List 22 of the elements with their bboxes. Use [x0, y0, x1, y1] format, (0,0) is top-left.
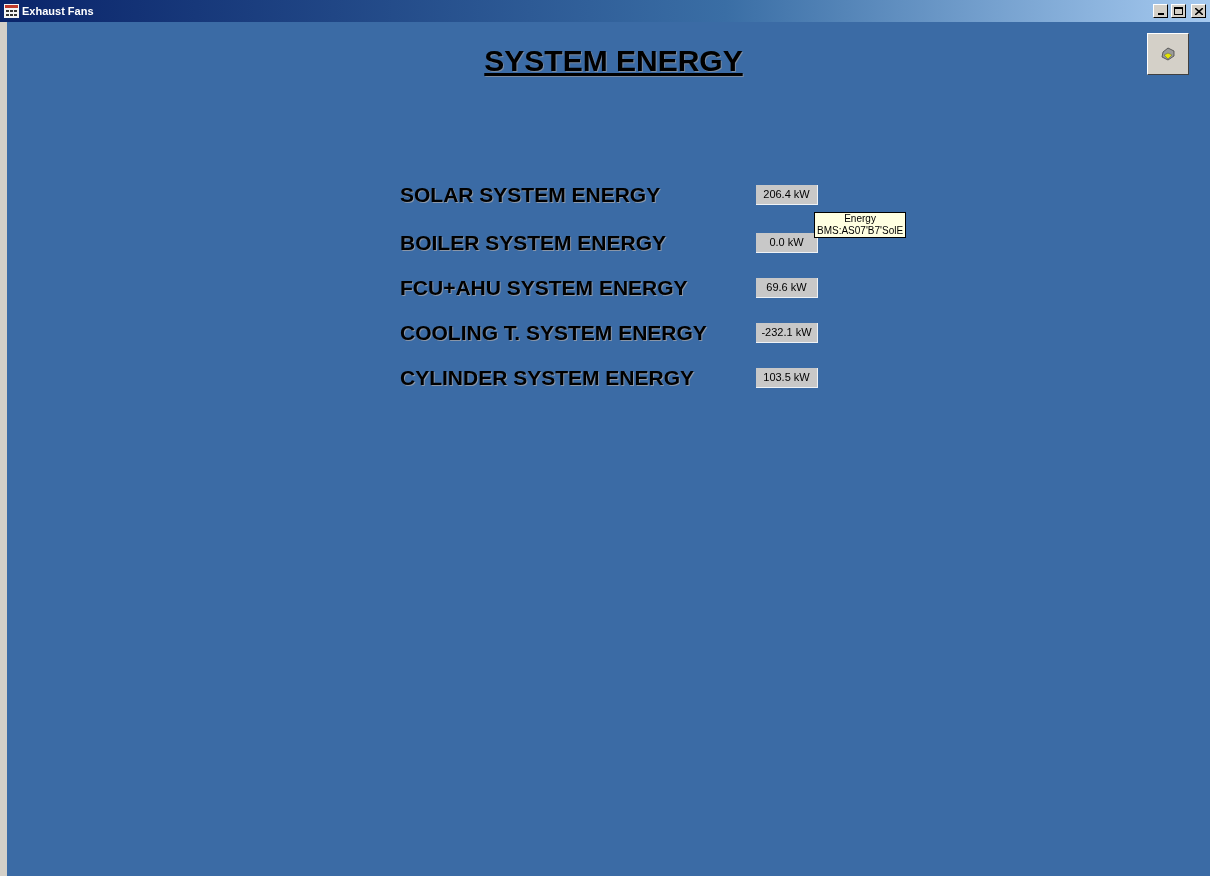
energy-label: SOLAR SYSTEM ENERGY [400, 183, 662, 207]
energy-label: BOILER SYSTEM ENERGY [400, 231, 668, 255]
energy-value: 69.6 kW [756, 278, 818, 298]
energy-label: FCU+AHU SYSTEM ENERGY [400, 276, 689, 300]
close-button[interactable] [1191, 4, 1206, 18]
maximize-icon [1174, 7, 1183, 15]
energy-value: 103.5 kW [756, 368, 818, 388]
window-title: Exhaust Fans [22, 3, 94, 19]
tooltip-text: BMS:AS07'B7'SolE [817, 225, 904, 237]
app-icon [4, 4, 19, 18]
energy-value: 206.4 kW [756, 185, 818, 205]
energy-label: CYLINDER SYSTEM ENERGY [400, 366, 696, 390]
tooltip-text: Energy [844, 213, 876, 225]
print-button[interactable] [1147, 33, 1189, 75]
close-icon [1194, 7, 1203, 15]
energy-label: COOLING T. SYSTEM ENERGY [400, 321, 708, 345]
page-title: SYSTEM ENERGY [484, 43, 743, 79]
energy-value: -232.1 kW [756, 323, 818, 343]
minimize-icon [1157, 13, 1164, 15]
energy-value: 0.0 kW [756, 233, 818, 253]
minimize-button[interactable] [1153, 4, 1168, 18]
maximize-button[interactable] [1171, 4, 1186, 18]
